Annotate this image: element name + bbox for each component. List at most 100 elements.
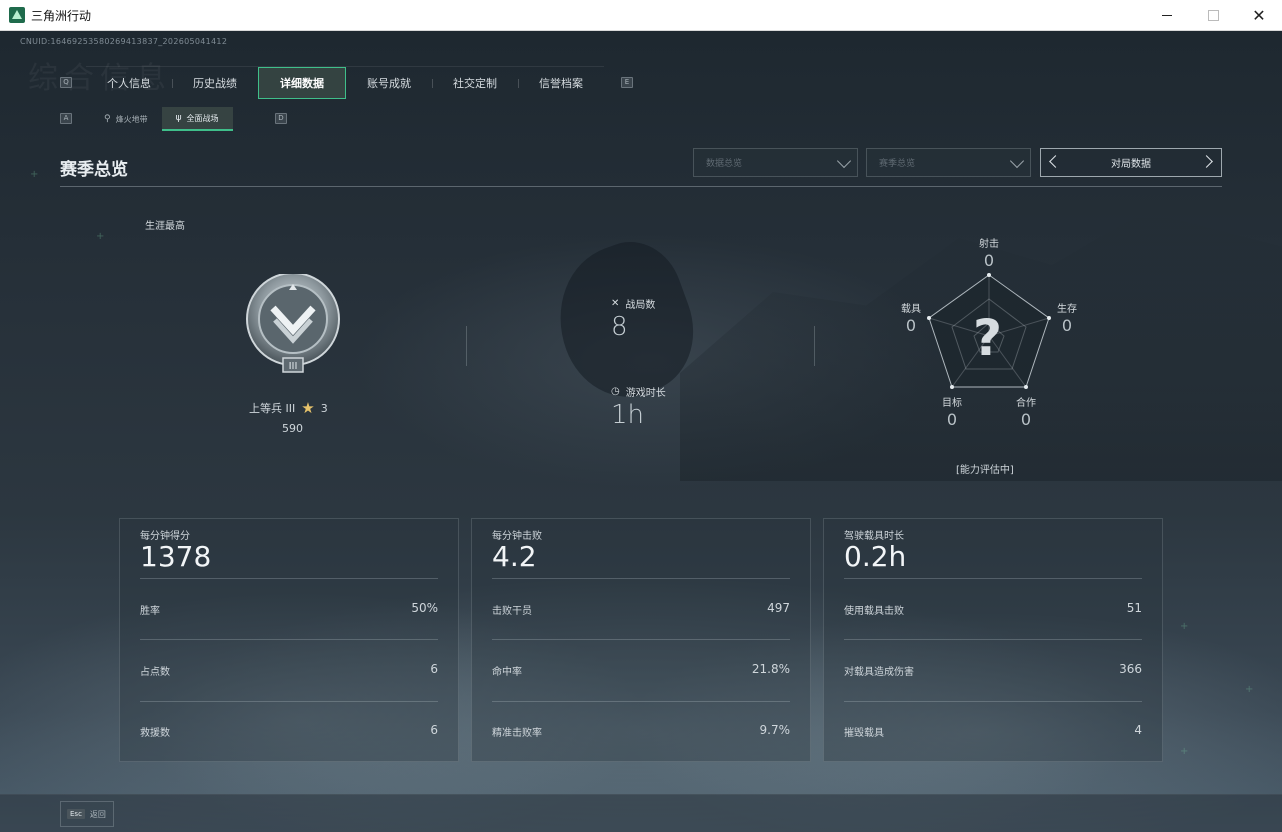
window-controls: ✕ [1144,0,1282,31]
warfare-mode-icon: ψ [175,113,182,123]
radar-survival-value: 0 [1061,316,1073,335]
subtab-operations[interactable]: ⚲ 烽火地带 [90,107,162,131]
card-row-label: 精准击败率 [492,728,542,739]
vertical-divider [814,326,815,366]
vertical-divider [466,326,467,366]
main-tabs: 个人信息 历史战绩 详细数据 账号成就 社交定制 信誉档案 [86,66,604,99]
chevron-right-icon[interactable] [1200,155,1213,168]
minimize-button[interactable] [1144,0,1190,31]
radar-shooting-value: 0 [983,251,995,270]
esc-key-hint: Esc [67,809,85,819]
card-row-value: 4 [1134,723,1142,737]
score-per-minute-card: 每分钟得分 1378 胜率 50% 占点数 6 救援数 6 [119,518,459,762]
card-row-label: 救援数 [140,728,170,739]
tab-achievements[interactable]: 账号成就 [346,67,432,99]
rank-points: 590 [282,422,303,435]
data-view-label: 对局数据 [1111,159,1151,170]
section-divider [60,186,1222,187]
decor-plus-icon: + [1245,684,1254,695]
card-divider [844,701,1142,702]
card-row-value: 21.8% [751,662,790,676]
playtime-value: 1h [611,400,645,430]
vehicle-time-card: 驾驶载具时长 0.2h 使用载具击败 51 对载具造成伤害 366 摧毁载具 4 [823,518,1163,762]
svg-text:III: III [289,361,298,372]
card-big-value: 4.2 [492,540,537,573]
chevron-down-icon [1009,153,1025,169]
decor-plus-icon: + [1180,621,1189,632]
clock-icon: ◷ [611,386,620,397]
card-row-value: 6 [430,662,438,676]
footer-bar: Esc 返回 [0,794,1282,832]
tab-personal-info[interactable]: 个人信息 [86,67,172,99]
tab-prev-key-hint: Q [60,77,72,88]
chevron-down-icon [836,153,852,169]
card-big-value: 0.2h [844,540,907,573]
app-logo-icon [9,7,25,23]
card-row-label: 对载具造成伤害 [844,667,914,678]
decor-plus-icon: + [1180,746,1189,757]
card-divider [140,639,438,640]
card-row-label: 击败干员 [492,606,532,617]
radar-objective-value: 0 [946,410,958,429]
card-row-label: 胜率 [140,606,160,617]
radar-vehicle-label: 载具 [901,304,921,315]
subtab-prev-key-hint: A [60,113,72,124]
rank-badge-icon: III [246,274,340,373]
card-row-label: 占点数 [140,667,170,678]
card-divider [492,578,790,579]
radar-vehicle-value: 0 [905,316,917,335]
card-big-value: 1378 [140,540,212,573]
radar-cooperation-label: 合作 [1016,398,1036,409]
subtab-warfare[interactable]: ψ 全面战场 [161,107,233,131]
back-button[interactable]: Esc 返回 [60,801,114,827]
radar-survival-label: 生存 [1057,304,1077,315]
kills-per-minute-card: 每分钟击败 4.2 击败干员 497 命中率 21.8% 精准击败率 9.7% [471,518,811,762]
card-row-label: 命中率 [492,667,522,678]
radar-shooting-label: 射击 [979,239,999,250]
decor-plus-icon: + [96,231,105,242]
card-divider [492,639,790,640]
career-best-label: 生涯最高 [145,221,185,232]
maximize-button[interactable] [1190,0,1236,31]
section-title: 赛季总览 [60,160,128,180]
card-row-value: 6 [430,723,438,737]
playtime-label-text: 游戏时长 [625,388,666,399]
card-divider [140,701,438,702]
card-row-value: 366 [1119,662,1142,676]
user-uid: CNUID:16469253580269413837_202605041412 [20,37,228,46]
operations-mode-icon: ⚲ [104,114,111,124]
close-button[interactable]: ✕ [1236,0,1282,31]
matches-value: 8 [611,312,628,342]
card-row-label: 使用载具击败 [844,606,904,617]
matches-label: ✕ 战局数 [611,296,655,311]
tab-social-custom[interactable]: 社交定制 [432,67,518,99]
card-divider [844,639,1142,640]
radar-status-note: [能力评估中] [956,465,1014,476]
game-viewport: 综合信息 + + + + + CNUID:1646925358026941383… [0,31,1282,832]
tab-match-history[interactable]: 历史战绩 [172,67,258,99]
rank-stars-count: 3 [320,401,328,415]
season-dropdown-value: 赛季总览 [879,159,916,169]
radar-cooperation-value: 0 [1020,410,1032,429]
season-dropdown[interactable]: 赛季总览 [866,148,1031,177]
card-row-label: 摧毁载具 [844,728,884,739]
radar-objective-label: 目标 [942,398,962,409]
decor-plus-icon: + [30,169,39,180]
tab-credit-record[interactable]: 信誉档案 [518,67,604,99]
card-divider [492,701,790,702]
back-button-label: 返回 [89,809,106,819]
card-row-value: 497 [767,601,790,615]
tab-detailed-data[interactable]: 详细数据 [258,67,346,99]
chevron-left-icon[interactable] [1049,155,1062,168]
data-type-dropdown-value: 数据总览 [706,159,743,169]
card-row-value: 50% [411,601,438,615]
mode-sub-tabs: ⚲ 烽火地带 ψ 全面战场 [90,107,233,131]
data-type-dropdown[interactable]: 数据总览 [693,148,858,177]
card-row-value: 9.7% [759,723,791,737]
card-divider [140,578,438,579]
matches-label-text: 战局数 [625,300,656,311]
subtab-next-key-hint: D [275,113,287,124]
subtab-operations-label: 烽火地带 [115,114,148,124]
crossed-swords-icon: ✕ [611,298,620,309]
rank-title: 上等兵 III [249,402,296,415]
